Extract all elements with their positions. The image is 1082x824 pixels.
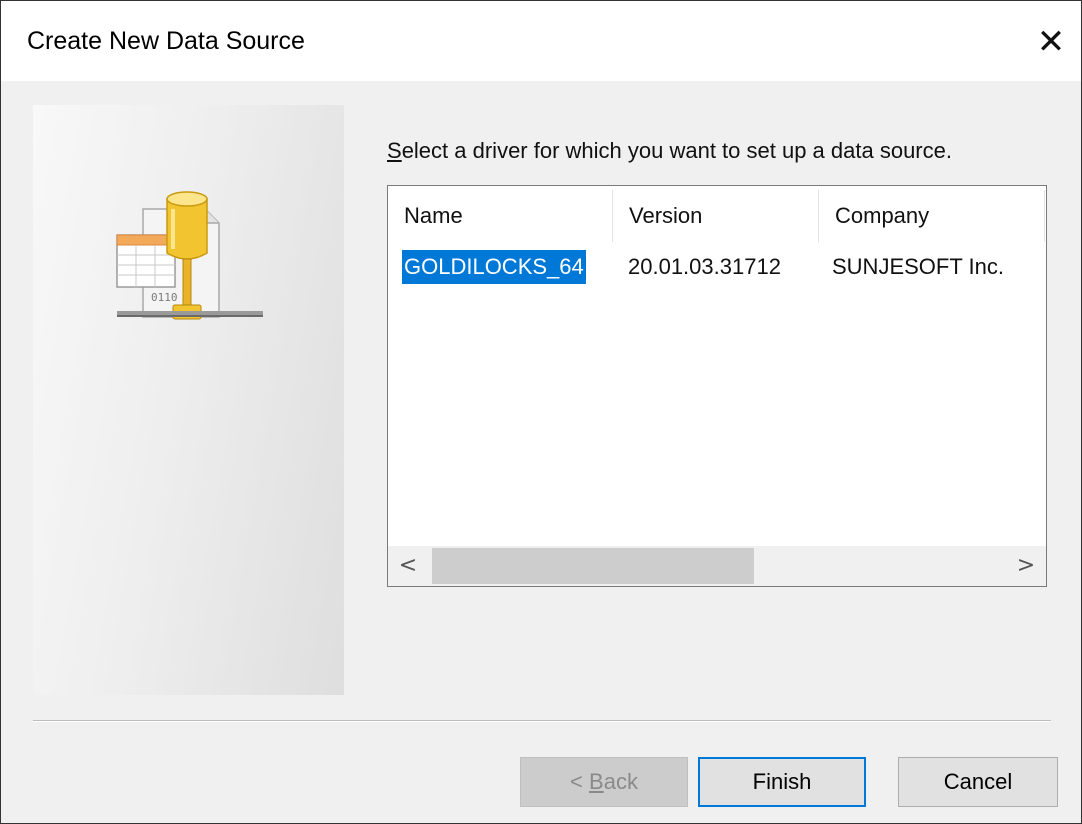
instruction-accelerator: S bbox=[387, 138, 402, 163]
back-button-prefix: < bbox=[570, 769, 590, 794]
cancel-button[interactable]: Cancel bbox=[898, 757, 1058, 807]
list-header: Name Version Company bbox=[388, 186, 1046, 246]
dialog-body: 0110 Select a driver for which you want … bbox=[1, 81, 1081, 823]
scroll-right-button[interactable]: > bbox=[1006, 546, 1046, 586]
horizontal-scrollbar[interactable]: < > bbox=[388, 546, 1046, 586]
back-button-accelerator: B bbox=[589, 769, 604, 794]
svg-text:0110: 0110 bbox=[151, 291, 178, 304]
scroll-left-button[interactable]: < bbox=[388, 546, 428, 586]
back-button-rest: ack bbox=[603, 769, 638, 794]
column-divider[interactable] bbox=[1044, 190, 1045, 242]
odbc-database-network-icon: 0110 bbox=[116, 191, 263, 320]
instruction-rest: elect a driver for which you want to set… bbox=[401, 138, 952, 163]
scrollbar-thumb[interactable] bbox=[432, 548, 754, 584]
back-button[interactable]: < Back bbox=[520, 757, 688, 807]
list-item[interactable]: GOLDILOCKS_64 20.01.03.31712 SUNJESOFT I… bbox=[402, 250, 1046, 284]
column-header-company[interactable]: Company bbox=[819, 186, 1045, 246]
column-header-version[interactable]: Version bbox=[613, 186, 818, 246]
instruction-text: Select a driver for which you want to se… bbox=[387, 138, 952, 164]
footer-divider bbox=[33, 720, 1051, 722]
close-button[interactable]: ✕ bbox=[1021, 17, 1081, 67]
title-bar: Create New Data Source ✕ bbox=[1, 1, 1081, 81]
wizard-side-panel: 0110 bbox=[33, 105, 344, 695]
driver-company-cell: SUNJESOFT Inc. bbox=[832, 254, 1004, 279]
chevron-right-icon: > bbox=[1016, 553, 1036, 578]
chevron-left-icon: < bbox=[398, 553, 418, 578]
create-new-data-source-dialog: Create New Data Source ✕ 0110 Select a d… bbox=[0, 0, 1082, 824]
driver-version-cell: 20.01.03.31712 bbox=[628, 254, 781, 279]
finish-button[interactable]: Finish bbox=[698, 757, 866, 807]
close-icon: ✕ bbox=[1036, 22, 1066, 62]
dialog-title: Create New Data Source bbox=[27, 27, 305, 55]
driver-name-cell[interactable]: GOLDILOCKS_64 bbox=[402, 250, 586, 284]
column-header-name[interactable]: Name bbox=[388, 186, 612, 246]
driver-list[interactable]: Name Version Company GOLDILOCKS_64 20.01… bbox=[387, 185, 1047, 587]
